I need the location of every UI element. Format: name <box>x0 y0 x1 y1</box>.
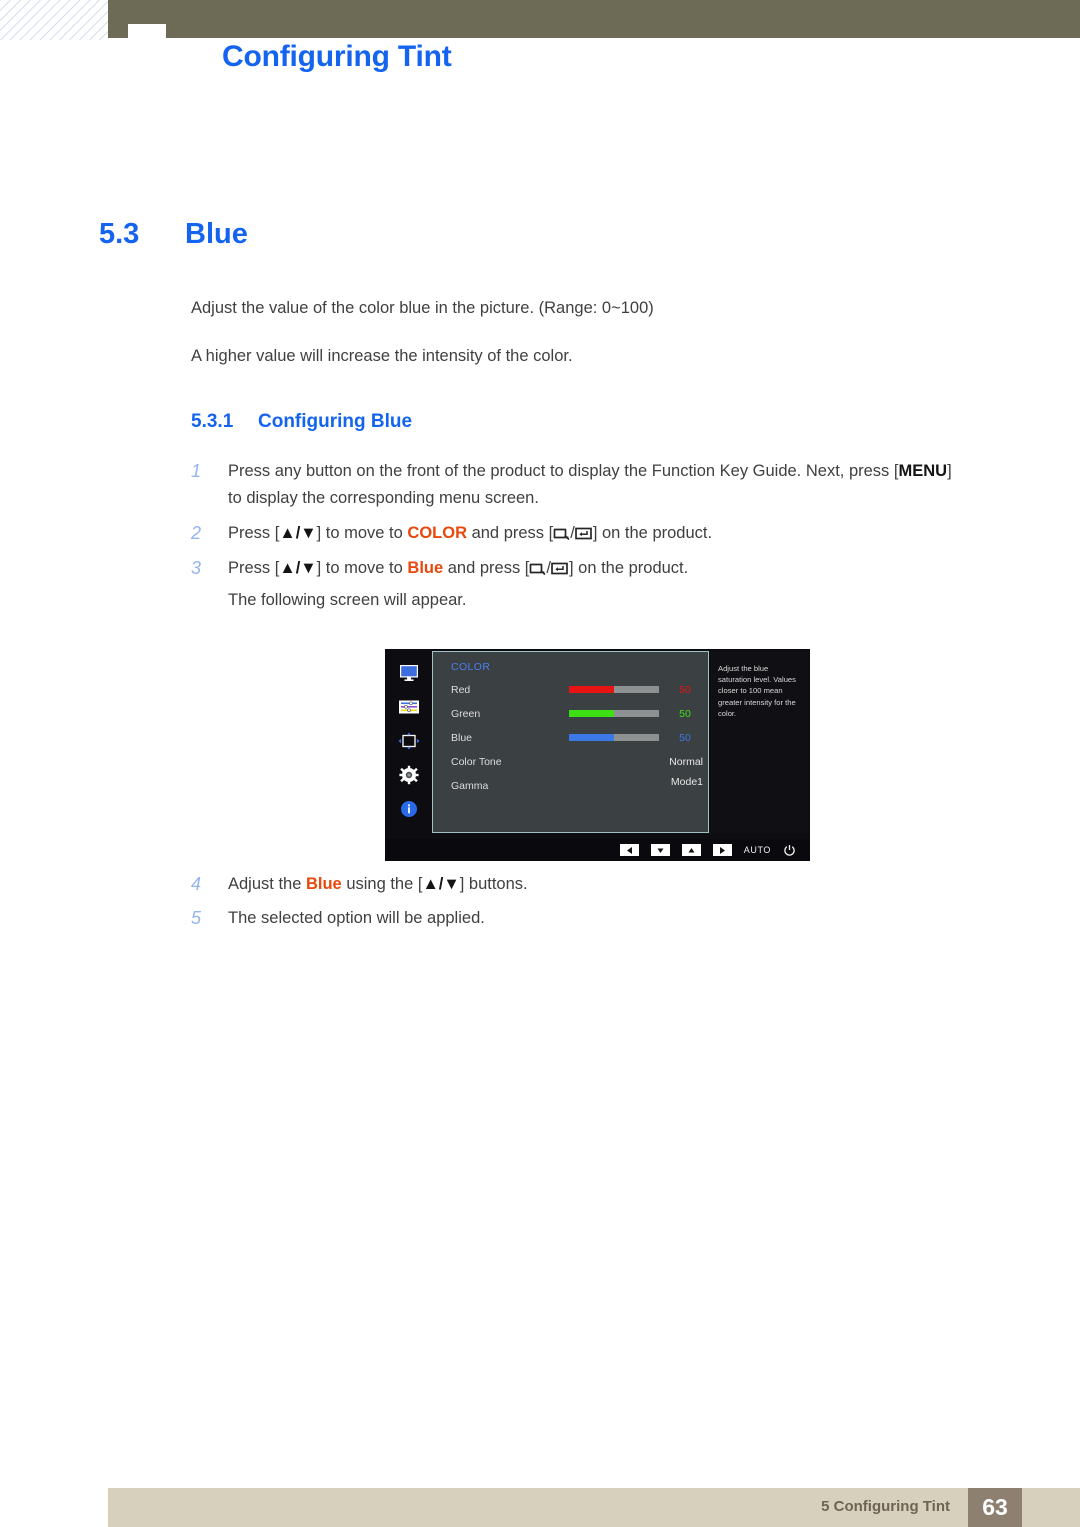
step-3-target: Blue <box>407 559 444 577</box>
osd-slider-green[interactable] <box>569 710 659 717</box>
osd-slider-blue[interactable] <box>569 734 659 741</box>
step-1-pre: Press any button on the front of the pro… <box>228 462 899 480</box>
osd-row-label-color-tone: Color Tone <box>451 756 502 768</box>
information-icon <box>397 799 421 819</box>
step-text-2: Press [▲/▼] to move to COLOR and press [… <box>228 524 712 543</box>
step-number-3: 3 <box>191 558 202 578</box>
osd-row-label-red: Red <box>451 684 471 696</box>
page-header-title: Configuring Tint <box>222 40 452 73</box>
step-1-post: ] <box>947 462 952 480</box>
osd-row-label-blue: Blue <box>451 732 473 744</box>
left-arrow-key[interactable] <box>619 844 639 856</box>
up-down-arrow-icon: ▲/▼ <box>279 559 317 577</box>
auto-key-label[interactable]: AUTO <box>744 845 771 855</box>
step-4-target: Blue <box>305 875 342 893</box>
step-4-b: using the [ <box>341 875 423 893</box>
osd-value-gamma: Mode1 <box>670 776 703 788</box>
step-number-4: 4 <box>191 874 202 894</box>
footer-chapter-label: 5 Configuring Tint <box>821 1498 950 1515</box>
footer-bar-right <box>1022 1488 1080 1527</box>
header-notch-decoration <box>128 24 166 40</box>
step-number-1: 1 <box>191 461 202 481</box>
up-down-arrow-icon: ▲/▼ <box>422 875 460 893</box>
header-bar <box>108 0 1080 38</box>
osd-color-panel: COLOR Red 50 Green 50 Blue 50 Color Tone… <box>432 651 709 833</box>
step-text-3-continued: The following screen will appear. <box>228 591 467 609</box>
osd-row-label-green: Green <box>451 708 481 720</box>
section-title: Blue <box>185 218 248 250</box>
osd-slider-red[interactable] <box>569 686 659 693</box>
step-2-b: ] to move to <box>316 524 408 542</box>
intro-paragraph-range: Adjust the value of the color blue in th… <box>191 299 654 317</box>
screen-adjust-icon <box>397 731 421 751</box>
subsection-number: 5.3.1 <box>191 411 234 432</box>
up-down-arrow-icon: ▲/▼ <box>279 524 317 542</box>
return-box-icon <box>529 562 546 575</box>
step-3-c: and press [ <box>443 559 530 577</box>
step-3-b: ] to move to <box>316 559 408 577</box>
step-text-1: Press any button on the front of the pro… <box>228 462 952 481</box>
step-4-c: ] buttons. <box>459 875 528 893</box>
up-arrow-key[interactable] <box>681 844 701 856</box>
step-text-3: Press [▲/▼] to move to Blue and press [ … <box>228 559 688 578</box>
step-3-d: ] on the product. <box>568 559 689 577</box>
enter-key-icon <box>551 562 569 575</box>
step-2-a: Press [ <box>228 524 280 542</box>
footer-page-number: 63 <box>968 1488 1022 1527</box>
power-icon[interactable] <box>783 844 796 857</box>
intro-paragraph-intensity: A higher value will increase the intensi… <box>191 347 573 365</box>
step-3-a: Press [ <box>228 559 280 577</box>
menu-key-label: MENU <box>898 462 948 480</box>
step-number-2: 2 <box>191 523 202 543</box>
right-arrow-key[interactable] <box>712 844 732 856</box>
step-text-5: The selected option will be applied. <box>228 909 485 927</box>
osd-value-color-tone: Normal <box>669 756 703 768</box>
section-number: 5.3 <box>99 218 140 250</box>
setup-gear-icon <box>397 765 421 785</box>
osd-menu-title: COLOR <box>451 661 491 673</box>
osd-sidebar <box>385 649 432 835</box>
subsection-title: Configuring Blue <box>258 411 413 432</box>
down-arrow-key[interactable] <box>650 844 670 856</box>
step-text-1-continued: to display the corresponding menu screen… <box>228 489 539 507</box>
osd-menu-screenshot: COLOR Red 50 Green 50 Blue 50 Color Tone… <box>385 649 810 861</box>
osd-value-red: 50 <box>679 684 691 696</box>
picture-sliders-icon <box>397 697 421 717</box>
step-number-5: 5 <box>191 908 202 928</box>
step-2-target: COLOR <box>407 524 467 542</box>
osd-row-label-gamma: Gamma <box>451 780 489 792</box>
return-box-icon <box>553 527 570 540</box>
step-text-4: Adjust the Blue using the [▲/▼] buttons. <box>228 875 528 894</box>
osd-value-green: 50 <box>679 708 691 720</box>
header-stripe-decoration <box>0 0 108 40</box>
osd-tooltip-panel: Adjust the blue saturation level. Values… <box>710 651 808 833</box>
display-icon <box>397 663 421 683</box>
enter-key-icon <box>574 527 593 540</box>
step-2-d: ] on the product. <box>592 524 713 542</box>
osd-function-key-guide: AUTO <box>385 839 810 861</box>
step-4-a: Adjust the <box>228 875 306 893</box>
step-2-c: and press [ <box>467 524 554 542</box>
osd-value-blue: 50 <box>679 732 691 744</box>
